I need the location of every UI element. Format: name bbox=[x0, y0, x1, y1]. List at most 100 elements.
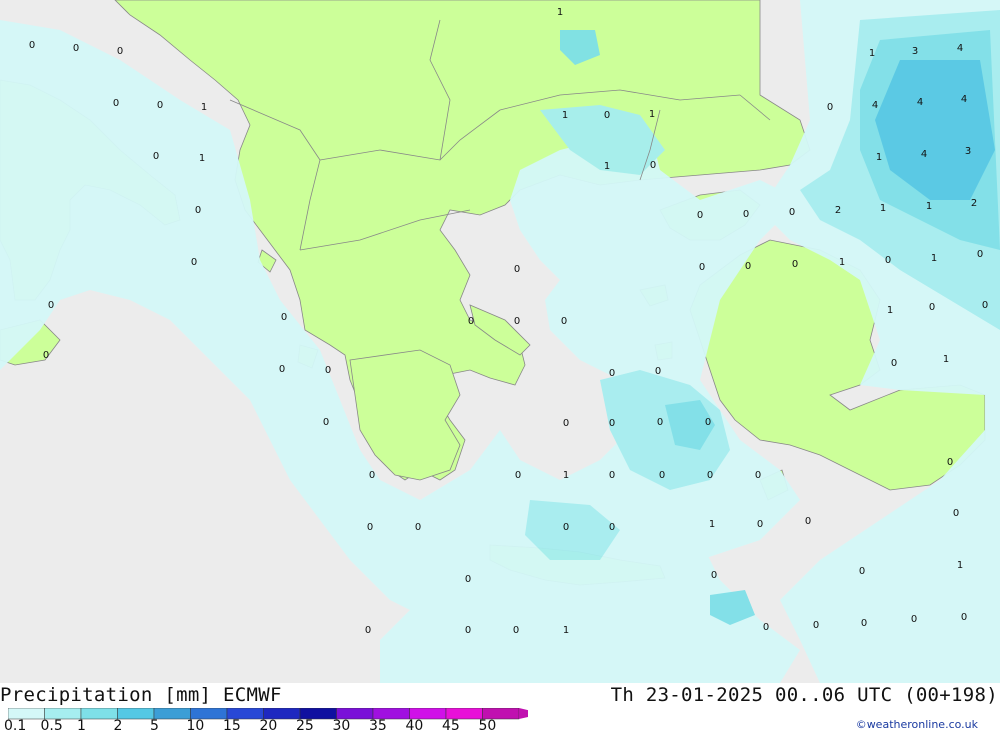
point-value: 1 bbox=[557, 7, 563, 18]
point-value: 1 bbox=[943, 354, 949, 365]
point-value: 0 bbox=[117, 46, 123, 57]
point-value: 1 bbox=[869, 48, 875, 59]
point-value: 1 bbox=[709, 519, 715, 530]
scale-swatch bbox=[153, 708, 191, 720]
scale-label: 1 bbox=[77, 718, 86, 734]
point-value: 0 bbox=[325, 365, 331, 376]
point-value: 0 bbox=[982, 300, 988, 311]
scale-arrow bbox=[519, 708, 528, 719]
point-value: 0 bbox=[279, 364, 285, 375]
point-value: 0 bbox=[755, 470, 761, 481]
point-value: 0 bbox=[29, 40, 35, 51]
point-value: 0 bbox=[157, 100, 163, 111]
point-value: 0 bbox=[415, 522, 421, 533]
point-value: 0 bbox=[813, 620, 819, 631]
scale-label: 15 bbox=[223, 718, 241, 734]
point-value: 0 bbox=[195, 205, 201, 216]
credit-link[interactable]: ©weatheronline.co.uk bbox=[856, 718, 978, 731]
point-value: 0 bbox=[757, 519, 763, 530]
point-value: 0 bbox=[465, 625, 471, 636]
point-value: 1 bbox=[201, 102, 207, 113]
point-value: 0 bbox=[859, 566, 865, 577]
point-value: 1 bbox=[649, 109, 655, 120]
scale-label: 50 bbox=[478, 718, 497, 734]
point-value: 0 bbox=[929, 302, 935, 313]
scale-swatch bbox=[80, 708, 118, 720]
point-value: 1 bbox=[604, 161, 610, 172]
point-value: 0 bbox=[861, 618, 867, 629]
point-value: 1 bbox=[880, 203, 886, 214]
point-value: 0 bbox=[789, 207, 795, 218]
scale-label: 25 bbox=[296, 718, 314, 734]
point-value: 1 bbox=[562, 110, 568, 121]
scale-label: 10 bbox=[186, 718, 205, 734]
scale-label: 35 bbox=[369, 718, 387, 734]
point-value: 0 bbox=[514, 264, 520, 275]
point-value: 0 bbox=[365, 625, 371, 636]
point-value: 0 bbox=[609, 418, 615, 429]
point-value: 0 bbox=[514, 316, 520, 327]
point-value: 0 bbox=[369, 470, 375, 481]
point-value: 2 bbox=[971, 198, 977, 209]
point-value: 0 bbox=[367, 522, 373, 533]
footer: Precipitation [mm] ECMWF Th 23-01-2025 0… bbox=[0, 683, 1000, 734]
point-value: 0 bbox=[191, 257, 197, 268]
point-value: 0 bbox=[113, 98, 119, 109]
point-value: 0 bbox=[650, 160, 656, 171]
point-value: 0 bbox=[697, 210, 703, 221]
point-value: 0 bbox=[563, 418, 569, 429]
valid-time: Th 23-01-2025 00..06 UTC (00+198) bbox=[610, 684, 998, 706]
point-value: 0 bbox=[827, 102, 833, 113]
point-value: 0 bbox=[561, 316, 567, 327]
scale-label: 40 bbox=[405, 718, 424, 734]
point-value: 1 bbox=[199, 153, 205, 164]
point-value: 3 bbox=[965, 146, 971, 157]
point-value: 0 bbox=[609, 522, 615, 533]
point-value: 3 bbox=[912, 46, 918, 57]
point-value: 0 bbox=[699, 262, 705, 273]
point-value: 2 bbox=[835, 205, 841, 216]
point-value: 0 bbox=[281, 312, 287, 323]
point-value: 0 bbox=[707, 470, 713, 481]
scale-label: 5 bbox=[150, 718, 159, 734]
point-value: 0 bbox=[655, 366, 661, 377]
point-value: 1 bbox=[876, 152, 882, 163]
point-value: 4 bbox=[917, 97, 923, 108]
point-value: 4 bbox=[961, 94, 967, 105]
point-value: 4 bbox=[872, 100, 878, 111]
point-value: 0 bbox=[745, 261, 751, 272]
point-value: 0 bbox=[911, 614, 917, 625]
scale-swatch bbox=[117, 708, 155, 720]
point-value: 0 bbox=[323, 417, 329, 428]
point-value: 0 bbox=[953, 508, 959, 519]
point-value: 0 bbox=[513, 625, 519, 636]
scale-label: 2 bbox=[113, 718, 123, 734]
point-value: 0 bbox=[659, 470, 665, 481]
point-value: 0 bbox=[885, 255, 891, 266]
point-value: 0 bbox=[711, 570, 717, 581]
point-value: 1 bbox=[931, 253, 937, 264]
point-value: 0 bbox=[468, 316, 474, 327]
point-value: 1 bbox=[563, 470, 569, 481]
scale-label: 20 bbox=[259, 718, 278, 734]
point-value: 0 bbox=[977, 249, 983, 260]
scale-label: 30 bbox=[332, 718, 351, 734]
point-value: 0 bbox=[743, 209, 749, 220]
point-value: 0 bbox=[609, 470, 615, 481]
scale-label: 0.1 bbox=[4, 718, 27, 734]
legend-title: Precipitation [mm] ECMWF bbox=[0, 684, 282, 706]
point-value: 0 bbox=[515, 470, 521, 481]
point-value: 0 bbox=[805, 516, 811, 527]
point-value: 4 bbox=[957, 43, 963, 54]
point-value: 0 bbox=[891, 358, 897, 369]
point-value: 4 bbox=[921, 149, 927, 160]
point-value: 0 bbox=[465, 574, 471, 585]
point-value: 1 bbox=[563, 625, 569, 636]
point-value: 0 bbox=[43, 350, 49, 361]
point-value: 0 bbox=[961, 612, 967, 623]
point-value: 0 bbox=[153, 151, 159, 162]
point-value: 0 bbox=[763, 622, 769, 633]
precipitation-map: 0 0 0 0 0 1 0 1 0 0 0 0 0 0 0 0 1 1 0 1 1 0 0 0 0 0 0 0 0 0 0 0 0 1 0 0 0 0 0 0… bbox=[0, 0, 1000, 683]
point-value: 0 bbox=[73, 43, 79, 54]
point-value: 1 bbox=[957, 560, 963, 571]
